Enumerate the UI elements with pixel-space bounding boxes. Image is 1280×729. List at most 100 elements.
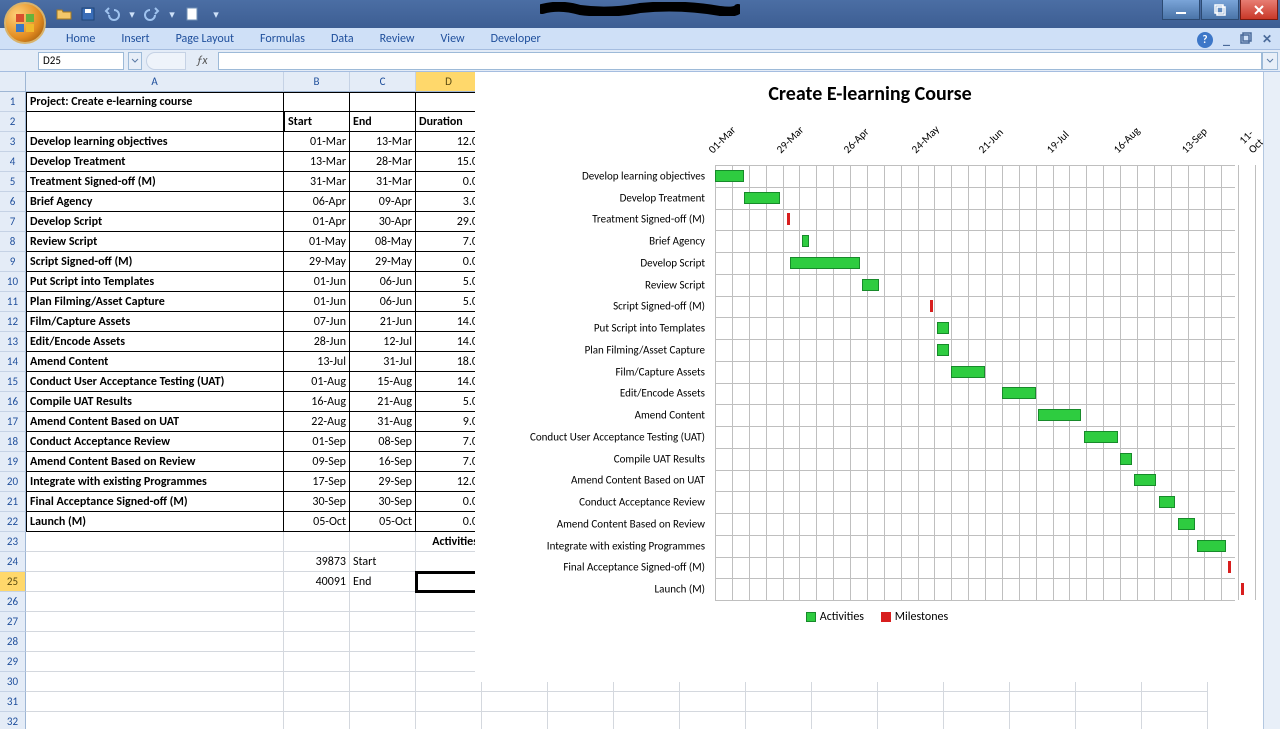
cell-K31[interactable] [878, 692, 944, 712]
cell-D6[interactable]: 3.0 [416, 192, 482, 212]
fx-button[interactable]: ƒx [190, 52, 214, 70]
cell-B25[interactable]: 40091 [284, 572, 350, 592]
cell-M32[interactable] [1010, 712, 1076, 729]
cell-A10[interactable]: Put Script into Templates [26, 272, 284, 292]
cell-D4[interactable]: 15.0 [416, 152, 482, 172]
vertical-scrollbar[interactable] [1263, 72, 1280, 729]
close-button[interactable] [1240, 0, 1278, 20]
cell-D27[interactable] [416, 612, 482, 632]
cell-I32[interactable] [746, 712, 812, 729]
cell-C1[interactable] [350, 92, 416, 112]
row-header-6[interactable]: 6 [0, 192, 26, 212]
cell-A19[interactable]: Amend Content Based on Review [26, 452, 284, 472]
row-header-7[interactable]: 7 [0, 212, 26, 232]
cell-A23[interactable] [26, 532, 284, 552]
cell-D8[interactable]: 7.0 [416, 232, 482, 252]
cell-D20[interactable]: 12.0 [416, 472, 482, 492]
tab-developer[interactable]: Developer [479, 29, 553, 49]
cell-A24[interactable] [26, 552, 284, 572]
row-header-15[interactable]: 15 [0, 372, 26, 392]
office-button[interactable] [4, 2, 46, 44]
undo-icon[interactable] [104, 6, 120, 22]
open-icon[interactable] [56, 6, 72, 22]
cell-A17[interactable]: Amend Content Based on UAT [26, 412, 284, 432]
cell-B2[interactable]: Start [284, 112, 350, 132]
row-header-3[interactable]: 3 [0, 132, 26, 152]
cell-H31[interactable] [680, 692, 746, 712]
row-header-12[interactable]: 12 [0, 312, 26, 332]
row-header-24[interactable]: 24 [0, 552, 26, 572]
row-header-25[interactable]: 25 [0, 572, 26, 592]
row-header-4[interactable]: 4 [0, 152, 26, 172]
minimize-button[interactable] [1162, 0, 1200, 20]
cell-C25[interactable]: End [350, 572, 416, 592]
cell-B22[interactable]: 05-Oct [284, 512, 350, 532]
cell-B26[interactable] [284, 592, 350, 612]
cell-A6[interactable]: Brief Agency [26, 192, 284, 212]
formula-input[interactable] [218, 52, 1262, 70]
cell-N32[interactable] [1076, 712, 1142, 729]
cell-D17[interactable]: 9.0 [416, 412, 482, 432]
row-header-26[interactable]: 26 [0, 592, 26, 612]
row-header-23[interactable]: 23 [0, 532, 26, 552]
cell-A15[interactable]: Conduct User Acceptance Testing (UAT) [26, 372, 284, 392]
cell-C29[interactable] [350, 652, 416, 672]
cell-A11[interactable]: Plan Filming/Asset Capture [26, 292, 284, 312]
cell-A4[interactable]: Develop Treatment [26, 152, 284, 172]
cell-D14[interactable]: 18.0 [416, 352, 482, 372]
cell-D16[interactable]: 5.0 [416, 392, 482, 412]
cell-B4[interactable]: 13-Mar [284, 152, 350, 172]
cell-C22[interactable]: 05-Oct [350, 512, 416, 532]
cell-A16[interactable]: Compile UAT Results [26, 392, 284, 412]
row-header-16[interactable]: 16 [0, 392, 26, 412]
cell-C12[interactable]: 21-Jun [350, 312, 416, 332]
cell-O32[interactable] [1142, 712, 1208, 729]
cell-A32[interactable] [26, 712, 284, 729]
cell-C4[interactable]: 28-Mar [350, 152, 416, 172]
cell-A9[interactable]: Script Signed-off (M) [26, 252, 284, 272]
cell-C6[interactable]: 09-Apr [350, 192, 416, 212]
cell-C16[interactable]: 21-Aug [350, 392, 416, 412]
cell-D18[interactable]: 7.0 [416, 432, 482, 452]
cell-C23[interactable] [350, 532, 416, 552]
cell-N31[interactable] [1076, 692, 1142, 712]
cell-B14[interactable]: 13-Jul [284, 352, 350, 372]
cell-C21[interactable]: 30-Sep [350, 492, 416, 512]
cell-B31[interactable] [284, 692, 350, 712]
workbook-restore-icon[interactable] [1240, 30, 1252, 49]
cell-A25[interactable] [26, 572, 284, 592]
cell-B19[interactable]: 09-Sep [284, 452, 350, 472]
cell-B6[interactable]: 06-Apr [284, 192, 350, 212]
row-header-21[interactable]: 21 [0, 492, 26, 512]
cell-B16[interactable]: 16-Aug [284, 392, 350, 412]
cell-A12[interactable]: Film/Capture Assets [26, 312, 284, 332]
col-header-B[interactable]: B [284, 72, 350, 92]
cell-B21[interactable]: 30-Sep [284, 492, 350, 512]
cell-C27[interactable] [350, 612, 416, 632]
cell-O31[interactable] [1142, 692, 1208, 712]
tab-page-layout[interactable]: Page Layout [164, 29, 246, 49]
qat-customize-icon[interactable]: ▾ [208, 6, 224, 22]
cell-B29[interactable] [284, 652, 350, 672]
cell-D2[interactable]: Duration [416, 112, 482, 132]
cell-D24[interactable] [416, 552, 482, 572]
cell-B20[interactable]: 17-Sep [284, 472, 350, 492]
cell-B24[interactable]: 39873 [284, 552, 350, 572]
cell-C18[interactable]: 08-Sep [350, 432, 416, 452]
tab-home[interactable]: Home [54, 29, 107, 49]
row-header-13[interactable]: 13 [0, 332, 26, 352]
save-icon[interactable] [80, 6, 96, 22]
row-header-30[interactable]: 30 [0, 672, 26, 692]
cell-B1[interactable] [284, 92, 350, 112]
cell-G32[interactable] [614, 712, 680, 729]
cell-D26[interactable] [416, 592, 482, 612]
cell-C32[interactable] [350, 712, 416, 729]
cell-A22[interactable]: Launch (M) [26, 512, 284, 532]
cell-C30[interactable] [350, 672, 416, 692]
cell-L31[interactable] [944, 692, 1010, 712]
row-header-17[interactable]: 17 [0, 412, 26, 432]
cell-D25[interactable] [416, 572, 482, 592]
cell-C5[interactable]: 31-Mar [350, 172, 416, 192]
cell-C14[interactable]: 31-Jul [350, 352, 416, 372]
row-header-31[interactable]: 31 [0, 692, 26, 712]
